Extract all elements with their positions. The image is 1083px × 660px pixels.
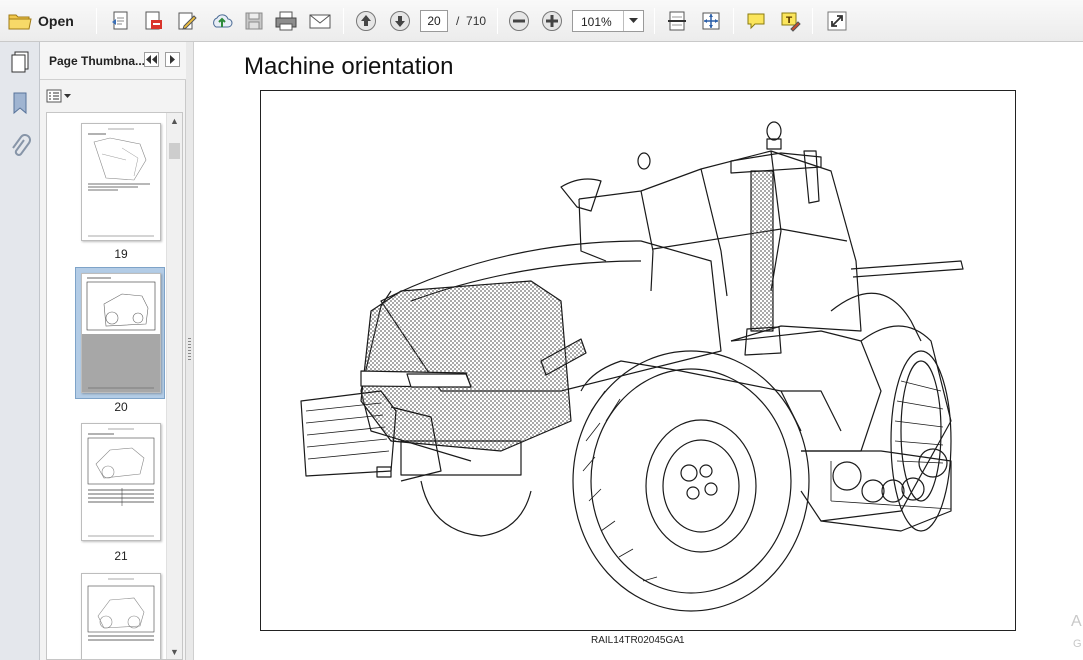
thumbnail-label: 19 [114,247,128,261]
thumbnail-page-22[interactable] [81,573,161,659]
panel-header: Page Thumbna... [40,42,186,80]
thumbnail-list[interactable]: 19 20 21 ▲ ▼ [46,112,183,660]
thumbnail-page-21[interactable] [81,423,161,541]
create-button[interactable] [108,8,134,34]
comment-button[interactable] [743,8,769,34]
toolbar-separator [812,8,813,34]
edge-text: A [1071,613,1082,630]
page-preview [88,128,154,237]
tractor-figure [260,90,1016,631]
tractor-illustration [300,121,964,612]
page-thumbnails-tab[interactable] [7,49,33,75]
toolbar-separator [654,8,655,34]
figure-number: 1 [679,635,685,646]
scroll-down-icon[interactable]: ▼ [170,647,179,657]
highlight-button[interactable]: T [777,8,803,34]
chevron-down-icon[interactable] [623,11,643,31]
page-heading: Machine orientation [244,53,454,80]
page-number-input[interactable] [420,10,448,32]
document-view: Machine orientation RAIL14TR02045GA 1 A … [195,42,1083,660]
navigation-rail [0,42,40,660]
scrollbar-thumb[interactable] [169,143,180,159]
bookmark-icon [13,92,27,115]
export-button[interactable] [140,8,166,34]
zoom-out-button[interactable] [506,8,532,34]
toolbar-separator [733,8,734,34]
zoom-value: 101% [581,15,612,29]
save-disk-icon [245,12,263,30]
fit-width-button[interactable] [664,8,690,34]
toolbar-separator [96,8,97,34]
chevron-right-icon [170,55,175,64]
bookmarks-tab[interactable] [7,90,33,116]
fit-width-icon [668,11,686,31]
open-button[interactable]: Open [8,8,80,34]
export-pdf-icon [145,11,162,30]
open-label: Open [38,13,74,29]
previous-page-button[interactable] [353,8,379,34]
arrow-down-circle-icon [390,11,410,31]
svg-text:T: T [786,16,793,26]
edit-button[interactable] [174,8,200,34]
page-preview [82,274,160,392]
scroll-up-icon[interactable]: ▲ [170,116,179,126]
print-button[interactable] [272,8,300,34]
next-page-button[interactable] [387,8,413,34]
figure-code: RAIL14TR02045GA [591,635,680,646]
total-pages: 710 [466,14,487,28]
email-button[interactable] [306,8,334,34]
attachments-tab[interactable] [7,134,33,160]
collapse-panel-button[interactable] [144,52,159,67]
minus-circle-icon [509,11,529,31]
panel-title: Page Thumbna... [49,54,146,68]
envelope-icon [309,14,331,29]
thumbnail-label: 21 [114,549,128,563]
fit-page-button[interactable] [698,8,724,34]
paperclip-icon [12,134,31,156]
edge-text: G [1073,638,1082,650]
arrow-up-circle-icon [356,11,376,31]
page-count: / 710 [456,14,486,28]
thumbnail-scrollbar[interactable]: ▲ ▼ [166,113,182,659]
folder-icon [8,14,32,30]
thumbnail-page-19[interactable] [81,123,161,241]
speech-bubble-icon [747,13,765,30]
thumbnail-page-20[interactable] [81,273,161,393]
options-list-icon [46,89,71,103]
zoom-select[interactable]: 101% [572,10,644,32]
panel-resize-handle[interactable] [186,42,194,660]
toolbar-separator [497,8,498,34]
thumbnail-options-button[interactable] [46,88,74,104]
toolbar-separator [343,8,344,34]
fit-page-icon [702,12,720,30]
page-preview [87,428,155,537]
save-button[interactable] [242,8,266,34]
thumbnails-panel: Page Thumbna... 19 20 21 ▲ ▼ [40,42,186,660]
fullscreen-button[interactable] [824,8,850,34]
upload-button[interactable] [208,8,236,34]
cloud-upload-icon [213,14,233,28]
pages-icon [11,51,29,73]
expand-arrows-icon [827,11,847,31]
double-chevron-left-icon [146,55,157,64]
create-pdf-icon [112,11,128,30]
edit-pencil-icon [178,12,197,30]
page-preview [87,578,155,641]
main-toolbar: Open 20 / 710 101% T [0,0,1083,42]
plus-circle-icon [542,11,562,31]
zoom-in-button[interactable] [539,8,565,34]
printer-icon [275,11,297,31]
thumbnail-label: 20 [114,400,128,414]
page-separator: / [456,14,460,28]
expand-panel-button[interactable] [165,52,180,67]
highlighter-icon: T [781,12,801,32]
